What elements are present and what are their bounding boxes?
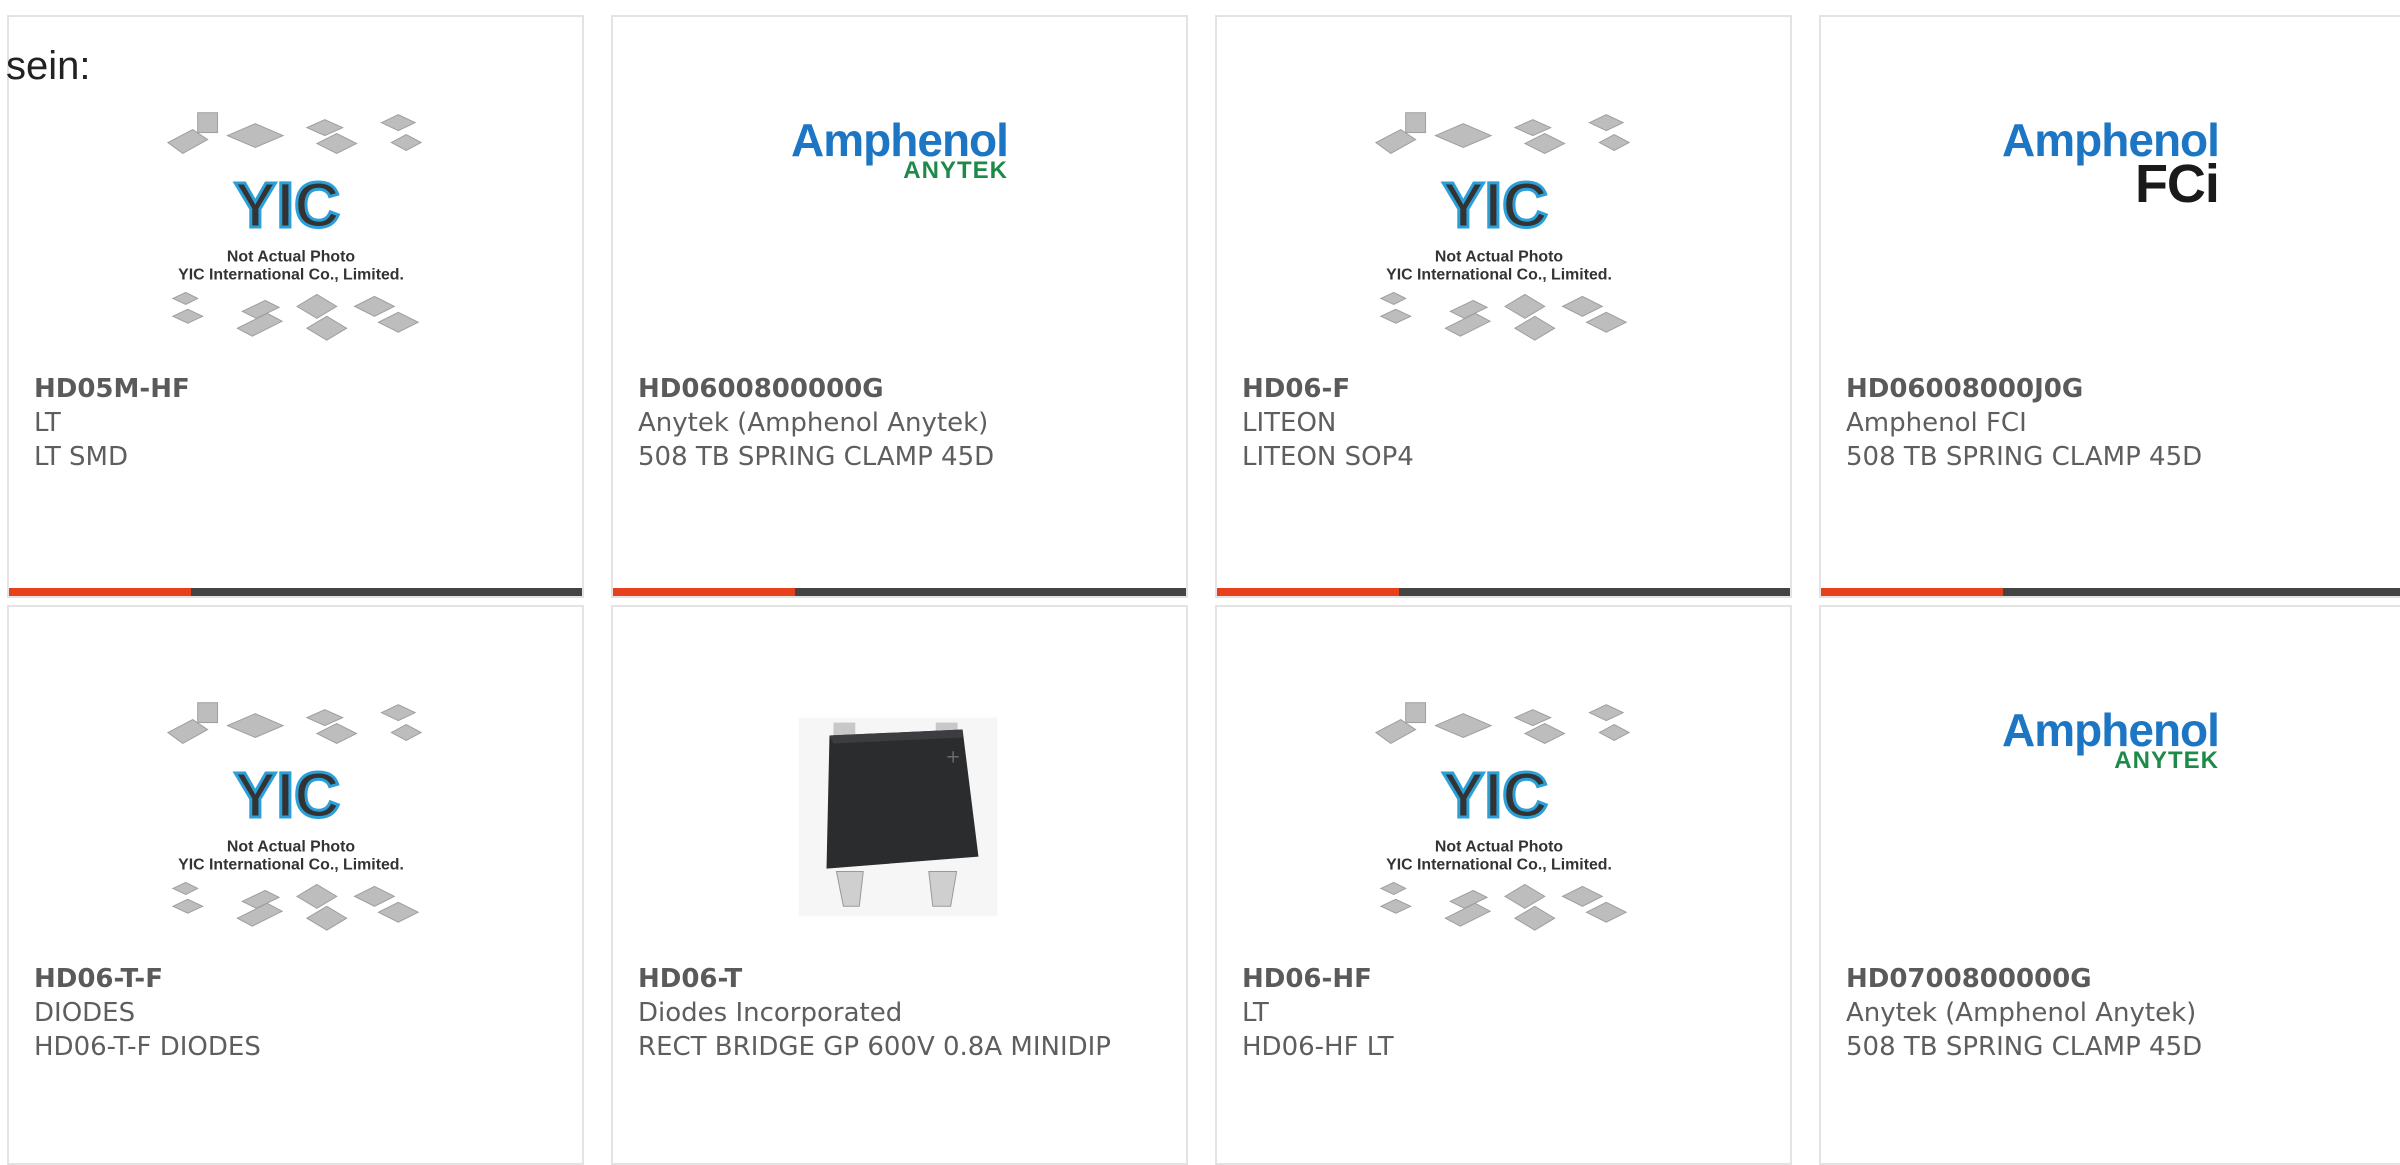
product-info: HD06008000J0G Amphenol FCI 508 TB SPRING…: [1846, 372, 2380, 474]
manufacturer: Anytek (Amphenol Anytek): [1846, 998, 2197, 1028]
intro-text: sein:: [6, 44, 91, 88]
product-info: HD0600800000G Anytek (Amphenol Anytek) 5…: [638, 372, 1166, 474]
product-info: HD06-T Diodes Incorporated RECT BRIDGE G…: [638, 962, 1166, 1064]
minidip-photo: +: [798, 717, 998, 917]
part-number[interactable]: HD06-T: [638, 962, 1166, 996]
product-placeholder-image: YIC Not Actual Photo YIC International C…: [166, 112, 423, 341]
yic-logo: YIC: [234, 760, 340, 831]
yic-logo: YIC: [1442, 170, 1548, 241]
product-placeholder-image: YIC Not Actual Photo YIC International C…: [166, 702, 423, 931]
product-card[interactable]: Amphenol ANYTEK HD0700800000G Anytek (Am…: [1819, 605, 2400, 1165]
manufacturer: Amphenol FCI: [1846, 408, 2027, 438]
part-number[interactable]: HD0600800000G: [638, 372, 1166, 406]
manufacturer: Anytek (Amphenol Anytek): [638, 408, 989, 438]
svg-text:YIC International Co., Limited: YIC International Co., Limited.: [178, 857, 404, 874]
part-number[interactable]: HD06008000J0G: [1846, 372, 2380, 406]
description: 508 TB SPRING CLAMP 45D: [1846, 442, 2203, 472]
product-info: HD05M-HF LT LT SMD: [34, 372, 562, 474]
yic-logo: YIC: [234, 170, 340, 241]
product-grid: YIC Not Actual Photo YIC International C…: [0, 0, 2400, 1165]
description: 508 TB SPRING CLAMP 45D: [638, 442, 995, 472]
product-info: HD06-T-F DIODES HD06-T-F DIODES: [34, 962, 562, 1064]
part-number[interactable]: HD06-F: [1242, 372, 1770, 406]
card-bottom-bar: [613, 588, 1186, 596]
svg-text:YIC International Co., Limited: YIC International Co., Limited.: [178, 267, 404, 284]
product-card[interactable]: YIC Not Actual Photo YIC International C…: [1215, 15, 1792, 598]
product-info: HD06-F LITEON LITEON SOP4: [1242, 372, 1770, 474]
product-card[interactable]: YIC Not Actual Photo YIC International C…: [7, 15, 584, 598]
part-number[interactable]: HD06-HF: [1242, 962, 1770, 996]
svg-text:+: +: [946, 746, 961, 767]
part-number[interactable]: HD06-T-F: [34, 962, 562, 996]
svg-text:Not Actual Photo: Not Actual Photo: [227, 249, 355, 266]
manufacturer: LT: [1242, 998, 1269, 1028]
description: 508 TB SPRING CLAMP 45D: [1846, 1032, 2203, 1062]
yic-logo: YIC: [1442, 760, 1548, 831]
product-card[interactable]: YIC Not Actual Photo YIC International C…: [1215, 605, 1792, 1165]
amphenol-anytek-logo: Amphenol ANYTEK: [2002, 704, 2220, 774]
description: HD06-HF LT: [1242, 1032, 1394, 1062]
product-card[interactable]: Amphenol ANYTEK HD0600800000G Anytek (Am…: [611, 15, 1188, 598]
card-bottom-bar: [9, 588, 582, 596]
product-placeholder-image: YIC Not Actual Photo YIC International C…: [1374, 702, 1631, 931]
manufacturer: Diodes Incorporated: [638, 998, 903, 1028]
svg-text:Not Actual Photo: Not Actual Photo: [227, 839, 355, 856]
manufacturer: LITEON: [1242, 408, 1337, 438]
description: RECT BRIDGE GP 600V 0.8A MINIDIP: [638, 1032, 1111, 1062]
svg-text:Not Actual Photo: Not Actual Photo: [1435, 839, 1563, 856]
svg-text:YIC International Co., Limited: YIC International Co., Limited.: [1386, 267, 1612, 284]
card-bottom-bar: [1821, 588, 2400, 596]
svg-text:Not Actual Photo: Not Actual Photo: [1435, 249, 1563, 266]
description: HD06-T-F DIODES: [34, 1032, 261, 1062]
description: LITEON SOP4: [1242, 442, 1414, 472]
product-card[interactable]: YIC Not Actual Photo YIC International C…: [7, 605, 584, 1165]
card-bottom-bar: [1217, 588, 1790, 596]
manufacturer: DIODES: [34, 998, 136, 1028]
svg-text:YIC International Co., Limited: YIC International Co., Limited.: [1386, 857, 1612, 874]
product-info: HD06-HF LT HD06-HF LT: [1242, 962, 1770, 1064]
part-number[interactable]: HD05M-HF: [34, 372, 562, 406]
manufacturer: LT: [34, 408, 61, 438]
part-number[interactable]: HD0700800000G: [1846, 962, 2380, 996]
amphenol-anytek-logo: Amphenol ANYTEK: [791, 114, 1009, 184]
amphenol-fci-logo: Amphenol FCi: [2002, 114, 2220, 214]
description: LT SMD: [34, 442, 129, 472]
product-card[interactable]: + HD06-T Diodes Incorporated RECT BRIDGE…: [611, 605, 1188, 1165]
product-card[interactable]: Amphenol FCi HD06008000J0G Amphenol FCI …: [1819, 15, 2400, 598]
product-info: HD0700800000G Anytek (Amphenol Anytek) 5…: [1846, 962, 2380, 1064]
product-placeholder-image: YIC Not Actual Photo YIC International C…: [1374, 112, 1631, 341]
